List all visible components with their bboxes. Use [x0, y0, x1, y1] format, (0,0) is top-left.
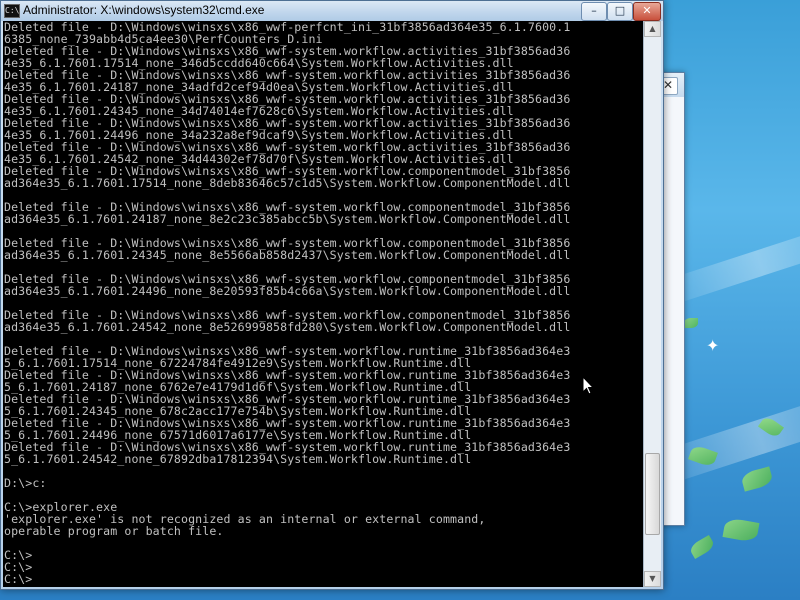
- console-text[interactable]: Deleted file - D:\Windows\winsxs\x86_wwf…: [3, 21, 643, 585]
- scroll-up-arrow-icon[interactable]: ▲: [644, 21, 661, 37]
- vertical-scrollbar[interactable]: ▲ ▼: [643, 21, 661, 587]
- bird-decoration: ✦: [706, 338, 720, 355]
- maximize-button[interactable]: □: [607, 2, 633, 21]
- console-line: operable program or batch file.: [4, 524, 224, 538]
- console-line: C:\>: [4, 572, 33, 586]
- console-line: ad364e35_6.1.7601.24345_none_8e5566ab858…: [4, 248, 571, 262]
- leaf-decoration: [688, 534, 716, 560]
- console-line: ad364e35_6.1.7601.24187_none_8e2c23c385a…: [4, 212, 571, 226]
- console-line: ad364e35_6.1.7601.24496_none_8e20593f85b…: [4, 284, 571, 298]
- title-bar[interactable]: C:\ Administrator: X:\windows\system32\c…: [1, 1, 663, 21]
- console-line: D:\>c:: [4, 476, 47, 490]
- cmd-window[interactable]: C:\ Administrator: X:\windows\system32\c…: [0, 0, 664, 590]
- leaf-decoration: [722, 517, 760, 543]
- console-output[interactable]: Deleted file - D:\Windows\winsxs\x86_wwf…: [3, 21, 643, 587]
- leaf-decoration: [684, 318, 698, 328]
- leaf-decoration: [740, 466, 774, 492]
- close-button[interactable]: ✕: [633, 2, 661, 21]
- console-line: ad364e35_6.1.7601.24542_none_8e526999858…: [4, 320, 571, 334]
- scroll-down-arrow-icon[interactable]: ▼: [644, 571, 661, 587]
- scrollbar-thumb[interactable]: [645, 452, 660, 535]
- console-line: 5_6.1.7601.24542_none_67892dba17812394\S…: [4, 452, 472, 466]
- console-line: ad364e35_6.1.7601.17514_none_8deb83646c5…: [4, 176, 571, 190]
- cmd-app-icon[interactable]: C:\: [4, 4, 20, 18]
- mouse-pointer-icon: [582, 376, 594, 395]
- window-title: Administrator: X:\windows\system32\cmd.e…: [23, 3, 265, 17]
- minimize-button[interactable]: –: [581, 2, 607, 21]
